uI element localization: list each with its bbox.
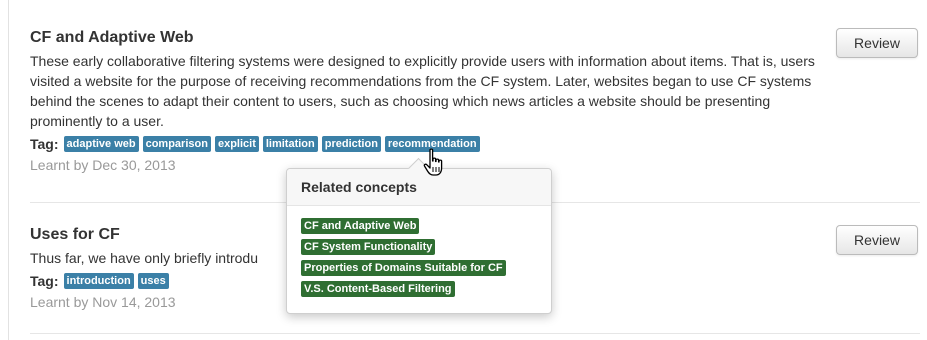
popover-title: Related concepts [287, 169, 551, 206]
hand-pointer-icon [423, 148, 443, 176]
concept-card-1: CF and Adaptive Web These early collabor… [30, 28, 920, 175]
divider [30, 333, 920, 334]
concept-link[interactable]: CF and Adaptive Web [301, 218, 420, 234]
tag-row: Tag: adaptive web comparison explicit li… [30, 134, 920, 154]
related-concepts-popover: Related concepts CF and Adaptive Web CF … [286, 157, 552, 314]
tag-label: Tag: [30, 273, 59, 289]
tag-label: Tag: [30, 136, 59, 152]
tag-comparison[interactable]: comparison [142, 136, 211, 152]
card-description: Thus far, we have only briefly introdu [30, 250, 259, 266]
left-border [8, 0, 9, 340]
tag-limitation[interactable]: limitation [262, 136, 318, 152]
card-description: These early collaborative filtering syst… [30, 53, 815, 129]
concept-link[interactable]: Properties of Domains Suitable for CF [301, 260, 506, 276]
card-title[interactable]: CF and Adaptive Web [30, 28, 920, 48]
review-button[interactable]: Review [836, 225, 918, 255]
tag-prediction[interactable]: prediction [321, 136, 381, 152]
tag-introduction[interactable]: introduction [63, 273, 134, 289]
concept-link[interactable]: V.S. Content-Based Filtering [301, 281, 455, 297]
tag-uses[interactable]: uses [137, 273, 169, 289]
review-button[interactable]: Review [836, 28, 918, 58]
tag-explicit[interactable]: explicit [214, 136, 259, 152]
tag-adaptive-web[interactable]: adaptive web [63, 136, 139, 152]
popover-body: CF and Adaptive Web CF System Functional… [287, 206, 551, 297]
concept-link[interactable]: CF System Functionality [301, 239, 436, 255]
